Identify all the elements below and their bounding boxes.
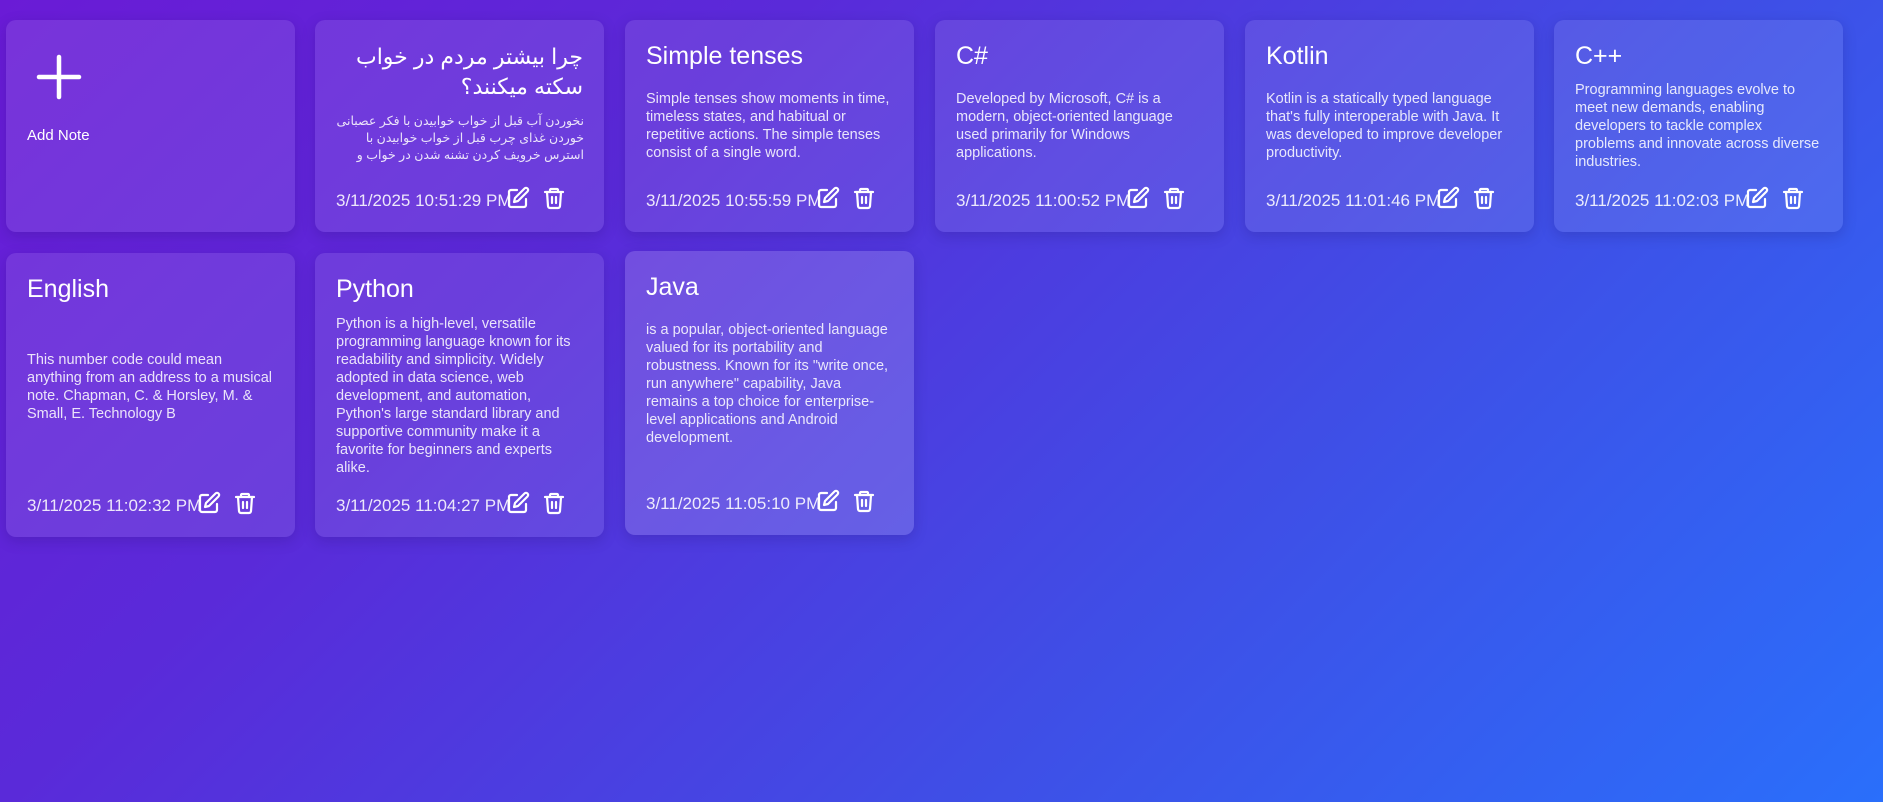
note-title: Kotlin xyxy=(1266,42,1329,70)
note-title: چرا بیشتر مردم در خواب سکته میکنند؟ xyxy=(355,44,583,99)
trash-icon[interactable] xyxy=(1472,186,1496,210)
trash-icon[interactable] xyxy=(852,186,876,210)
note-title: Simple tenses xyxy=(646,42,804,70)
trash-icon[interactable] xyxy=(1162,186,1186,210)
note-body: Programming languages evolve to meet new… xyxy=(1575,82,1820,170)
note-card[interactable]: Java is a popular, object-oriented langu… xyxy=(625,251,914,535)
note-card[interactable]: English This number code could mean anyt… xyxy=(6,253,295,537)
note-body: This number code could mean anything fro… xyxy=(27,352,273,422)
note-title: Java xyxy=(646,273,699,301)
note-card[interactable]: Python Python is a high-level, versatile… xyxy=(315,253,604,537)
note-footer: 3/11/2025 10:51:29 PM xyxy=(336,186,584,212)
note-date: 3/11/2025 10:51:29 PM xyxy=(336,191,512,210)
note-body: Simple tenses show moments in time, time… xyxy=(646,91,890,161)
note-footer: 3/11/2025 11:02:32 PM xyxy=(27,491,275,517)
edit-icon[interactable] xyxy=(1126,186,1150,210)
note-card[interactable]: C++ Programming languages evolve to meet… xyxy=(1554,20,1843,232)
edit-icon[interactable] xyxy=(506,186,530,210)
plus-icon xyxy=(36,54,82,100)
edit-icon[interactable] xyxy=(816,186,840,210)
note-body: نخوردن آب قبل از خواب خوابیدن با فکر عصب… xyxy=(336,114,584,162)
note-date: 3/11/2025 11:00:52 PM xyxy=(956,191,1131,210)
note-card[interactable]: C# Developed by Microsoft, C# is a moder… xyxy=(935,20,1224,232)
edit-icon[interactable] xyxy=(197,491,221,515)
note-body: is a popular, object-oriented language v… xyxy=(646,322,889,446)
add-note-label: Add Note xyxy=(27,127,90,144)
edit-icon[interactable] xyxy=(1745,186,1769,210)
note-title: English xyxy=(27,275,109,303)
note-card[interactable]: Simple tenses Simple tenses show moments… xyxy=(625,20,914,232)
edit-icon[interactable] xyxy=(506,491,530,515)
trash-icon[interactable] xyxy=(1781,186,1805,210)
note-date: 3/11/2025 11:05:10 PM xyxy=(646,494,821,513)
trash-icon[interactable] xyxy=(542,186,566,210)
note-body: Python is a high-level, versatile progra… xyxy=(336,316,571,476)
note-date: 3/11/2025 11:04:27 PM xyxy=(336,496,511,515)
note-title: Python xyxy=(336,275,414,303)
trash-icon[interactable] xyxy=(233,491,257,515)
note-footer: 3/11/2025 11:02:03 PM xyxy=(1575,186,1823,212)
note-date: 3/11/2025 10:55:59 PM xyxy=(646,191,822,210)
note-footer: 3/11/2025 10:55:59 PM xyxy=(646,186,894,212)
note-card[interactable]: Kotlin Kotlin is a statically typed lang… xyxy=(1245,20,1534,232)
add-note-card[interactable]: Add Note xyxy=(6,20,295,232)
note-body: Kotlin is a statically typed language th… xyxy=(1266,91,1503,161)
note-title: C++ xyxy=(1575,42,1623,70)
edit-icon[interactable] xyxy=(816,489,840,513)
note-footer: 3/11/2025 11:01:46 PM xyxy=(1266,186,1514,212)
note-date: 3/11/2025 11:02:03 PM xyxy=(1575,191,1750,210)
edit-icon[interactable] xyxy=(1436,186,1460,210)
note-footer: 3/11/2025 11:00:52 PM xyxy=(956,186,1204,212)
trash-icon[interactable] xyxy=(852,489,876,513)
note-card[interactable]: چرا بیشتر مردم در خواب سکته میکنند؟ نخور… xyxy=(315,20,604,232)
note-body: Developed by Microsoft, C# is a modern, … xyxy=(956,91,1173,161)
note-date: 3/11/2025 11:02:32 PM xyxy=(27,496,202,515)
note-footer: 3/11/2025 11:05:10 PM xyxy=(646,489,894,515)
note-date: 3/11/2025 11:01:46 PM xyxy=(1266,191,1441,210)
note-title: C# xyxy=(956,42,988,70)
note-footer: 3/11/2025 11:04:27 PM xyxy=(336,491,584,517)
trash-icon[interactable] xyxy=(542,491,566,515)
